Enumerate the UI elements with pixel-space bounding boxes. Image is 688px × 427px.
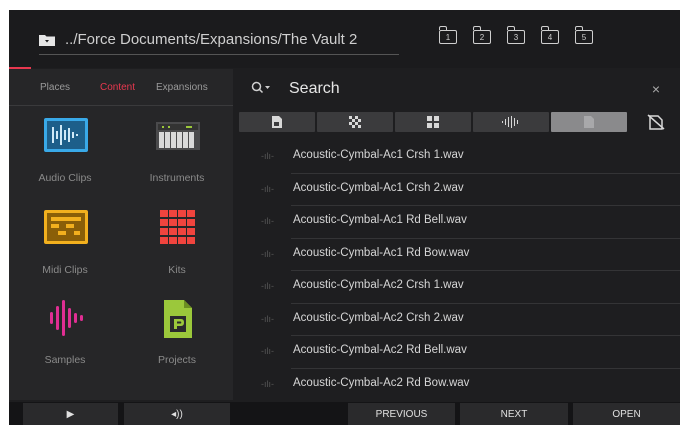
folder-icon — [39, 33, 55, 46]
file-browser: Search × -ılı- Acoustic-Cymbal-Ac1 Crsh … — [239, 69, 680, 400]
hidden-filter-icon — [647, 114, 665, 130]
slot-5-button[interactable]: 5 — [574, 26, 593, 44]
header: ../Force Documents/Expansions/The Vault … — [9, 10, 680, 69]
waveform-filter-icon — [502, 116, 518, 128]
filter-bar — [239, 112, 680, 134]
waveform-icon: -ılı- — [261, 216, 274, 226]
list-item[interactable]: -ılı- Acoustic-Cymbal-Ac2 Crsh 1.wav — [239, 271, 680, 304]
list-item[interactable]: -ılı- Acoustic-Cymbal-Ac1 Rd Bow.wav — [239, 239, 680, 271]
tile-audio-clips[interactable]: Audio Clips — [20, 116, 110, 196]
list-item[interactable]: -ılı- Acoustic-Cymbal-Ac2 Rd Bell.wav — [239, 336, 680, 369]
sample-filter-icon — [584, 116, 594, 128]
content-panel: Places Content Expansions Audio Clips In… — [9, 69, 233, 400]
list-item[interactable]: -ılı- Acoustic-Cymbal-Ac1 Crsh 2.wav — [239, 174, 680, 206]
search-bar[interactable]: Search × — [239, 69, 680, 109]
list-item[interactable]: -ılı- Acoustic-Cymbal-Ac2 Rd Bow.wav — [239, 369, 680, 402]
path-field[interactable]: ../Force Documents/Expansions/The Vault … — [39, 24, 399, 55]
slot-4-button[interactable]: 4 — [540, 26, 559, 44]
list-item[interactable]: -ılı- Acoustic-Cymbal-Ac1 Rd Bell.wav — [239, 206, 680, 239]
file-name: Acoustic-Cymbal-Ac1 Rd Bow.wav — [293, 246, 470, 259]
tile-midi-clips[interactable]: Midi Clips — [20, 208, 110, 288]
next-button[interactable]: NEXT — [460, 403, 568, 425]
file-name: Acoustic-Cymbal-Ac2 Crsh 2.wav — [293, 311, 464, 324]
tab-expansions[interactable]: Expansions — [156, 82, 208, 93]
waveform-icon: -ılı- — [261, 313, 274, 324]
left-tabs: Places Content Expansions — [9, 69, 233, 106]
search-icon[interactable] — [251, 81, 271, 100]
slot-1-button[interactable]: 1 — [438, 26, 457, 44]
path-text: ../Force Documents/Expansions/The Vault … — [65, 30, 358, 48]
file-name: Acoustic-Cymbal-Ac2 Crsh 1.wav — [293, 279, 464, 291]
instruments-icon — [156, 122, 200, 150]
grid-filter-icon — [427, 116, 439, 128]
previous-button[interactable]: PREVIOUS — [348, 403, 455, 425]
tile-label: Audio Clips — [38, 172, 92, 184]
pattern-filter-icon — [349, 116, 361, 128]
play-button[interactable]: ▶ — [23, 403, 118, 425]
tab-content[interactable]: Content — [100, 82, 135, 93]
volume-button[interactable]: ◂)) — [124, 403, 230, 425]
tile-instruments[interactable]: Instruments — [132, 116, 222, 196]
document-filter-icon — [272, 116, 282, 128]
file-name: Acoustic-Cymbal-Ac1 Rd Bell.wav — [293, 214, 467, 226]
file-list: -ılı- Acoustic-Cymbal-Ac1 Crsh 1.wav -ılı… — [239, 141, 680, 401]
filter-grid-button[interactable] — [395, 112, 471, 132]
filter-pattern-button[interactable] — [317, 112, 393, 132]
filter-document-button[interactable] — [239, 112, 315, 132]
samples-icon — [50, 300, 83, 336]
filter-hidden-button[interactable] — [641, 112, 671, 132]
waveform-icon: -ılı- — [261, 151, 274, 161]
list-item[interactable]: -ılı- Acoustic-Cymbal-Ac1 Crsh 1.wav — [239, 141, 680, 174]
tile-label: Samples — [44, 354, 86, 366]
close-icon[interactable]: × — [652, 81, 660, 97]
midi-clips-icon — [44, 210, 88, 244]
waveform-icon: -ılı- — [261, 248, 274, 259]
waveform-icon: -ılı- — [261, 183, 274, 194]
open-button[interactable]: OPEN — [573, 403, 680, 425]
tile-samples[interactable]: Samples — [20, 298, 110, 378]
tile-label: Midi Clips — [42, 264, 88, 276]
waveform-icon: -ılı- — [261, 378, 274, 389]
tile-label: Projects — [158, 354, 196, 366]
file-name: Acoustic-Cymbal-Ac2 Rd Bow.wav — [293, 376, 470, 389]
search-input[interactable]: Search — [289, 80, 340, 98]
filter-sample-button[interactable] — [551, 112, 627, 132]
filter-waveform-button[interactable] — [473, 112, 549, 132]
tile-projects[interactable]: Projects — [132, 298, 222, 378]
tile-kits[interactable]: Kits — [132, 208, 222, 288]
slot-2-button[interactable]: 2 — [472, 26, 491, 44]
file-name: Acoustic-Cymbal-Ac1 Crsh 2.wav — [293, 181, 464, 194]
list-item[interactable]: -ılı- Acoustic-Cymbal-Ac2 Crsh 2.wav — [239, 304, 680, 336]
file-name: Acoustic-Cymbal-Ac1 Crsh 1.wav — [293, 149, 464, 161]
browser-screen: ../Force Documents/Expansions/The Vault … — [9, 10, 680, 425]
kits-icon — [160, 210, 195, 244]
audio-clips-icon — [44, 118, 88, 152]
slot-3-button[interactable]: 3 — [506, 26, 525, 44]
projects-icon — [164, 300, 192, 338]
project-slots: 1 2 3 4 5 — [438, 26, 593, 44]
tab-places[interactable]: Places — [40, 82, 70, 93]
waveform-icon: -ılı- — [261, 281, 274, 291]
file-name: Acoustic-Cymbal-Ac2 Rd Bell.wav — [293, 344, 467, 356]
waveform-icon: -ılı- — [261, 346, 274, 356]
tile-label: Kits — [168, 264, 186, 276]
bottom-bar: ▶ ◂)) PREVIOUS NEXT OPEN — [9, 402, 680, 425]
tile-label: Instruments — [149, 172, 205, 184]
